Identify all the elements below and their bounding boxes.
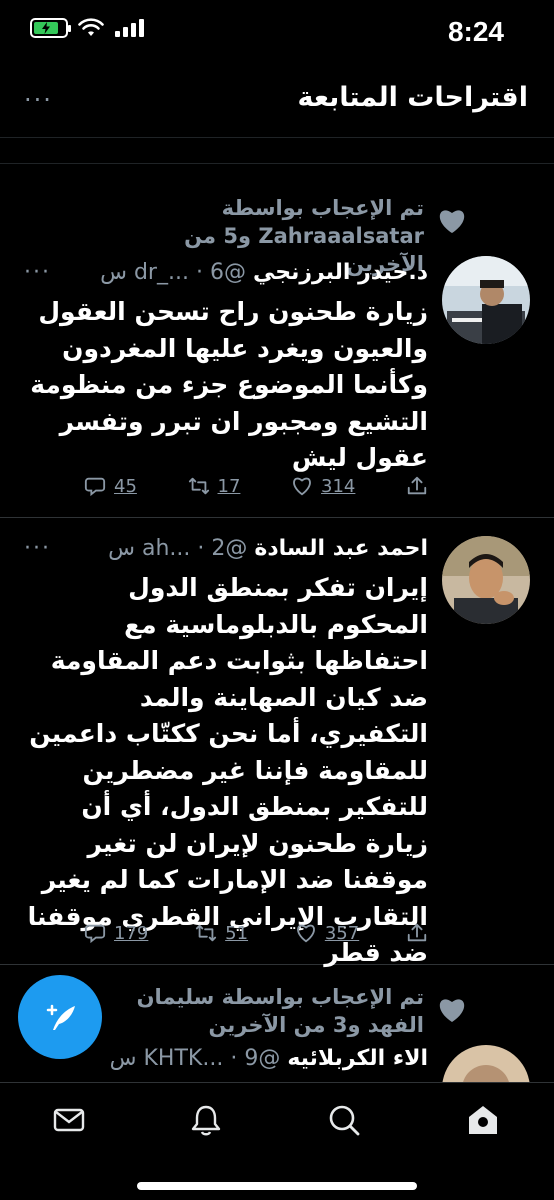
heart-icon xyxy=(297,924,315,943)
bell-icon[interactable] xyxy=(189,1103,223,1137)
share-button[interactable] xyxy=(406,475,428,497)
meta-separator: · xyxy=(197,536,205,561)
reply-count: 45 xyxy=(114,475,137,497)
tweet-text: زيارة طحنون راح تسحن العقول والعيون ويغر… xyxy=(30,297,428,472)
wifi-icon xyxy=(78,18,104,36)
heart-filled-icon xyxy=(439,999,465,1022)
retweet-button[interactable]: 17 xyxy=(188,475,241,497)
page-title: اقتراحات المتابعة xyxy=(297,82,528,113)
avatar[interactable] xyxy=(442,536,530,624)
more-icon[interactable]: ··· xyxy=(24,532,51,566)
meta-separator: · xyxy=(230,1046,238,1071)
retweet-icon xyxy=(196,924,217,942)
retweet-button[interactable]: 51 xyxy=(195,922,248,944)
like-count: 357 xyxy=(324,922,360,944)
heart-icon xyxy=(293,477,311,496)
share-button[interactable] xyxy=(406,922,428,944)
share-icon xyxy=(407,923,427,942)
tweet-meta: احمد عبد السادة @ah... · 2 س ··· xyxy=(24,532,428,566)
bottom-navigation xyxy=(0,1082,554,1200)
more-icon[interactable]: ··· xyxy=(24,256,51,290)
signal-icon xyxy=(115,19,144,37)
meta-separator: · xyxy=(195,260,203,285)
reply-button[interactable]: 179 xyxy=(84,922,148,944)
divider xyxy=(0,150,554,164)
tweet[interactable]: تم الإعجاب بواسطة Zahraaalsatar و5 من ال… xyxy=(0,164,554,518)
search-icon[interactable] xyxy=(327,1103,361,1137)
status-icons xyxy=(30,18,144,38)
tweet-actions: 179 51 357 xyxy=(84,916,428,950)
reply-icon xyxy=(84,477,106,497)
avatar[interactable] xyxy=(442,256,530,344)
author-handle[interactable]: @ah... xyxy=(142,536,247,561)
author-handle[interactable]: @dr_... xyxy=(134,260,246,285)
mail-icon[interactable] xyxy=(52,1103,86,1137)
tweet-meta: د.حيدر البرزنجي @dr_... · 6 س ··· xyxy=(24,256,428,290)
retweet-count: 51 xyxy=(225,922,249,944)
retweet-count: 17 xyxy=(217,475,241,497)
like-button[interactable]: 357 xyxy=(295,922,359,944)
compose-feather-icon xyxy=(46,1004,75,1030)
tweet-text: إيران تفكر بمنطق الدول المحكوم بالدبلوما… xyxy=(27,573,428,967)
author-name[interactable]: الاء الكربلائيه xyxy=(287,1046,428,1071)
avatar[interactable] xyxy=(442,1045,530,1082)
reply-icon xyxy=(84,924,106,944)
tweet-actions: 45 17 314 xyxy=(84,469,428,503)
more-horizontal-icon[interactable]: ··· xyxy=(24,86,53,114)
social-context[interactable]: تم الإعجاب بواسطة سليمان الفهد و3 من الآ… xyxy=(124,983,424,1039)
heart-filled-icon xyxy=(439,210,465,233)
like-button[interactable]: 314 xyxy=(291,475,355,497)
tweet[interactable]: احمد عبد السادة @ah... · 2 س ··· إيران ت… xyxy=(0,518,554,967)
compose-tweet-button[interactable] xyxy=(18,975,102,1059)
author-name[interactable]: د.حيدر البرزنجي xyxy=(253,260,428,285)
reply-button[interactable]: 45 xyxy=(84,475,137,497)
home-icon[interactable] xyxy=(466,1103,500,1137)
home-indicator xyxy=(137,1182,417,1190)
battery-icon xyxy=(30,18,71,38)
status-bar: 8:24 xyxy=(0,0,554,64)
share-icon xyxy=(407,476,427,495)
reply-count: 179 xyxy=(114,922,149,944)
status-time: 8:24 xyxy=(447,16,504,47)
author-handle[interactable]: @KHTK... xyxy=(144,1046,281,1071)
retweet-icon xyxy=(188,477,209,495)
author-name[interactable]: احمد عبد السادة xyxy=(254,536,428,561)
like-count: 314 xyxy=(321,475,356,497)
header: ··· اقتراحات المتابعة xyxy=(0,64,554,138)
